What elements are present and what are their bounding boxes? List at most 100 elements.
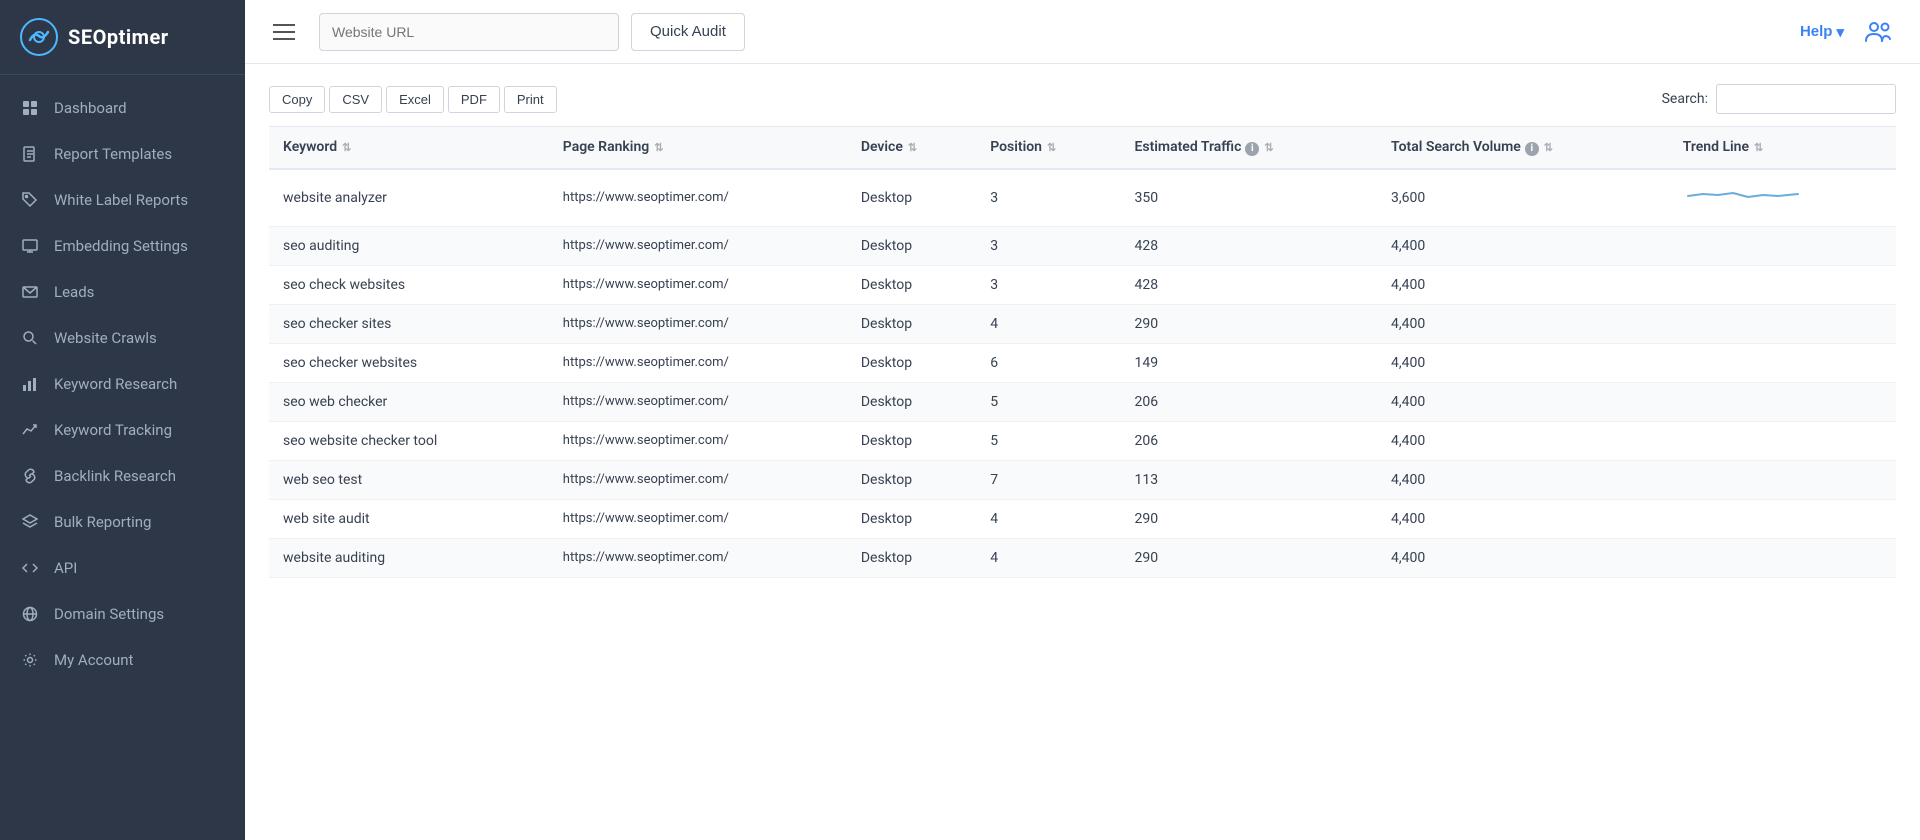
sort-icon-position: ⇅ (1047, 141, 1056, 154)
cell-keyword: seo web checker (269, 382, 549, 421)
cell-estimated-traffic: 206 (1120, 382, 1377, 421)
sidebar-item-label: Backlink Research (54, 467, 176, 485)
sidebar-item-label: White Label Reports (54, 191, 188, 209)
sidebar-item-label: Embedding Settings (54, 237, 188, 255)
table-row: seo auditinghttps://www.seoptimer.com/De… (269, 226, 1896, 265)
sidebar-item-backlink-research[interactable]: Backlink Research (0, 453, 245, 499)
menu-toggle-button[interactable] (269, 20, 299, 44)
sidebar-item-keyword-tracking[interactable]: Keyword Tracking (0, 407, 245, 453)
cell-trend-line (1669, 421, 1896, 460)
sidebar-item-embedding[interactable]: Embedding Settings (0, 223, 245, 269)
cell-trend-line (1669, 382, 1896, 421)
cell-device: Desktop (847, 343, 976, 382)
users-icon[interactable] (1860, 14, 1896, 50)
search-input[interactable] (1716, 84, 1896, 114)
col-header-keyword[interactable]: Keyword⇅ (269, 127, 549, 169)
sidebar-item-api[interactable]: API (0, 545, 245, 591)
cell-position: 6 (976, 343, 1120, 382)
col-header-position[interactable]: Position⇅ (976, 127, 1120, 169)
sidebar-item-label: Website Crawls (54, 329, 157, 347)
cell-trend-line (1669, 460, 1896, 499)
cell-position: 3 (976, 169, 1120, 227)
sidebar-item-white-label[interactable]: White Label Reports (0, 177, 245, 223)
info-icon-total_search_volume[interactable]: i (1525, 142, 1539, 156)
table-row: seo checker siteshttps://www.seoptimer.c… (269, 304, 1896, 343)
table-header-row: Keyword⇅Page Ranking⇅Device⇅Position⇅Est… (269, 127, 1896, 169)
export-copy-button[interactable]: Copy (269, 86, 325, 113)
cell-device: Desktop (847, 226, 976, 265)
cell-device: Desktop (847, 382, 976, 421)
col-header-total_search_volume[interactable]: Total Search Volumei⇅ (1377, 127, 1669, 169)
cell-page-ranking: https://www.seoptimer.com/ (549, 382, 847, 421)
cell-keyword: website analyzer (269, 169, 549, 227)
help-button[interactable]: Help ▾ (1800, 23, 1844, 41)
col-header-estimated_traffic[interactable]: Estimated Traffici⇅ (1120, 127, 1377, 169)
col-header-device[interactable]: Device⇅ (847, 127, 976, 169)
cell-total-search-volume: 4,400 (1377, 538, 1669, 577)
grid-icon (20, 98, 40, 118)
globe-icon (20, 604, 40, 624)
cell-position: 3 (976, 226, 1120, 265)
sidebar-item-dashboard[interactable]: Dashboard (0, 85, 245, 131)
monitor-icon (20, 236, 40, 256)
table-row: web seo testhttps://www.seoptimer.com/De… (269, 460, 1896, 499)
cell-total-search-volume: 4,400 (1377, 460, 1669, 499)
cell-page-ranking: https://www.seoptimer.com/ (549, 304, 847, 343)
sidebar-item-keyword-research[interactable]: Keyword Research (0, 361, 245, 407)
table-toolbar: CopyCSVExcelPDFPrint Search: (269, 84, 1896, 114)
sidebar-item-label: Keyword Tracking (54, 421, 172, 439)
cell-trend-line (1669, 226, 1896, 265)
cell-estimated-traffic: 290 (1120, 538, 1377, 577)
topbar-right: Help ▾ (1800, 14, 1896, 50)
cell-total-search-volume: 4,400 (1377, 265, 1669, 304)
cell-total-search-volume: 4,400 (1377, 421, 1669, 460)
cell-trend-line (1669, 499, 1896, 538)
hamburger-line-2 (273, 31, 295, 33)
sidebar-item-report-templates[interactable]: Report Templates (0, 131, 245, 177)
sidebar-item-bulk-reporting[interactable]: Bulk Reporting (0, 499, 245, 545)
table-header: Keyword⇅Page Ranking⇅Device⇅Position⇅Est… (269, 127, 1896, 169)
table-row: seo check websiteshttps://www.seoptimer.… (269, 265, 1896, 304)
sort-icon-total_search_volume: ⇅ (1544, 141, 1553, 154)
sidebar-item-leads[interactable]: Leads (0, 269, 245, 315)
url-input[interactable] (319, 13, 619, 51)
layers-icon (20, 512, 40, 532)
search-section: Search: (1662, 84, 1896, 114)
sort-icon-trend_line: ⇅ (1754, 141, 1763, 154)
sidebar-item-label: Leads (54, 283, 94, 301)
sidebar-item-domain-settings[interactable]: Domain Settings (0, 591, 245, 637)
hamburger-line-3 (273, 38, 295, 40)
table-row: seo web checkerhttps://www.seoptimer.com… (269, 382, 1896, 421)
file-text-icon (20, 144, 40, 164)
cell-trend-line (1669, 169, 1896, 227)
cell-keyword: web seo test (269, 460, 549, 499)
col-header-page_ranking[interactable]: Page Ranking⇅ (549, 127, 847, 169)
export-excel-button[interactable]: Excel (386, 86, 444, 113)
sidebar-item-label: API (54, 559, 77, 577)
cell-keyword: web site audit (269, 499, 549, 538)
sidebar-item-website-crawls[interactable]: Website Crawls (0, 315, 245, 361)
cell-trend-line (1669, 265, 1896, 304)
cell-device: Desktop (847, 460, 976, 499)
cell-page-ranking: https://www.seoptimer.com/ (549, 421, 847, 460)
cell-device: Desktop (847, 499, 976, 538)
cell-total-search-volume: 4,400 (1377, 499, 1669, 538)
settings-icon (20, 650, 40, 670)
cell-device: Desktop (847, 265, 976, 304)
info-icon-estimated_traffic[interactable]: i (1245, 142, 1259, 156)
cell-keyword: seo check websites (269, 265, 549, 304)
export-pdf-button[interactable]: PDF (448, 86, 500, 113)
sidebar-item-my-account[interactable]: My Account (0, 637, 245, 683)
cell-page-ranking: https://www.seoptimer.com/ (549, 265, 847, 304)
export-print-button[interactable]: Print (504, 86, 557, 113)
quick-audit-button[interactable]: Quick Audit (631, 13, 745, 51)
cell-keyword: seo checker sites (269, 304, 549, 343)
cell-device: Desktop (847, 421, 976, 460)
logo-text: SEOptimer (68, 25, 169, 49)
export-csv-button[interactable]: CSV (329, 86, 382, 113)
content-area: CopyCSVExcelPDFPrint Search: Keyword⇅Pag… (245, 64, 1920, 840)
sidebar-item-label: Report Templates (54, 145, 172, 163)
sidebar-item-label: My Account (54, 651, 133, 669)
col-header-trend_line[interactable]: Trend Line⇅ (1669, 127, 1896, 169)
hamburger-line-1 (273, 24, 295, 26)
